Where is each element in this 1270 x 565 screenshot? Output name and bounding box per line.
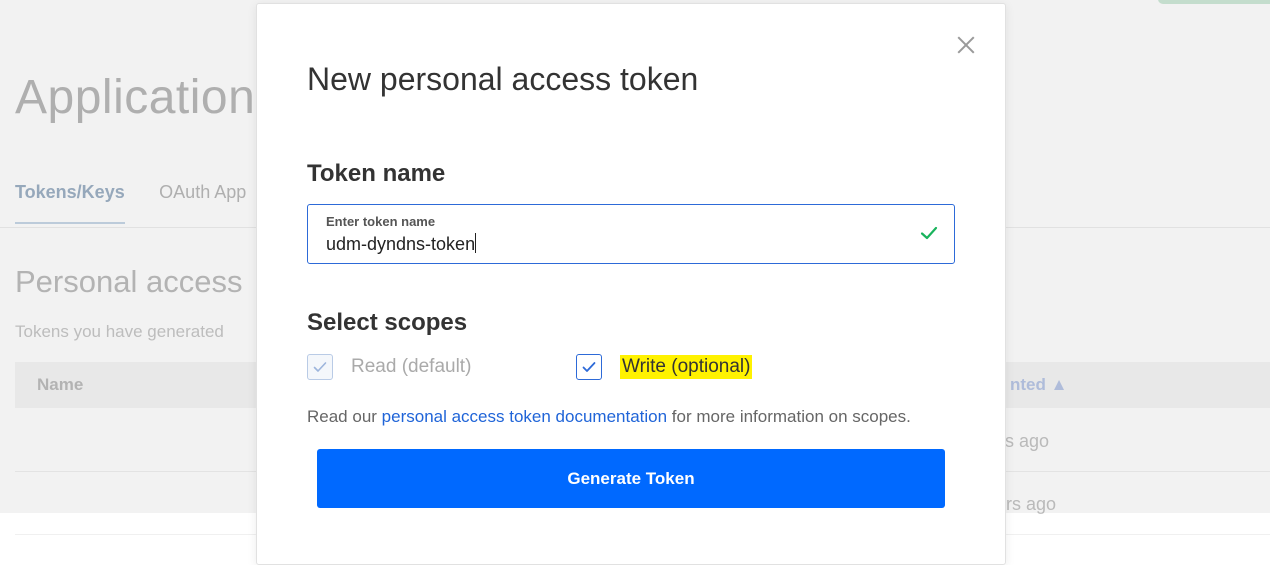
read-checkbox xyxy=(307,354,333,380)
write-checkbox[interactable] xyxy=(576,354,602,380)
token-name-field[interactable]: Enter token name udm-dyndns-token xyxy=(307,204,955,264)
token-documentation-link[interactable]: personal access token documentation xyxy=(382,407,667,426)
checkmark-icon xyxy=(313,362,327,372)
read-scope-label: Read (default) xyxy=(351,356,472,377)
scopes-info-text: Read our personal access token documenta… xyxy=(307,407,911,427)
info-prefix: Read our xyxy=(307,407,382,426)
info-suffix: for more information on scopes. xyxy=(667,407,911,426)
token-name-label: Token name xyxy=(307,160,446,187)
generate-token-button[interactable]: Generate Token xyxy=(317,449,945,508)
token-name-value: udm-dyndns-token xyxy=(326,234,476,254)
checkmark-icon xyxy=(582,362,596,372)
select-scopes-label: Select scopes xyxy=(307,309,468,336)
write-scope-label[interactable]: Write (optional) xyxy=(620,355,753,379)
text-caret xyxy=(475,233,477,253)
token-name-input[interactable]: udm-dyndns-token xyxy=(326,233,886,255)
close-icon[interactable] xyxy=(953,32,979,58)
new-token-modal: New personal access token Token name Ent… xyxy=(256,3,1006,565)
scope-write[interactable]: Write (optional) xyxy=(576,352,753,382)
valid-check-icon xyxy=(920,226,938,240)
scope-read: Read (default) xyxy=(307,352,471,382)
token-name-caption: Enter token name xyxy=(326,214,436,229)
modal-title: New personal access token xyxy=(307,61,699,97)
